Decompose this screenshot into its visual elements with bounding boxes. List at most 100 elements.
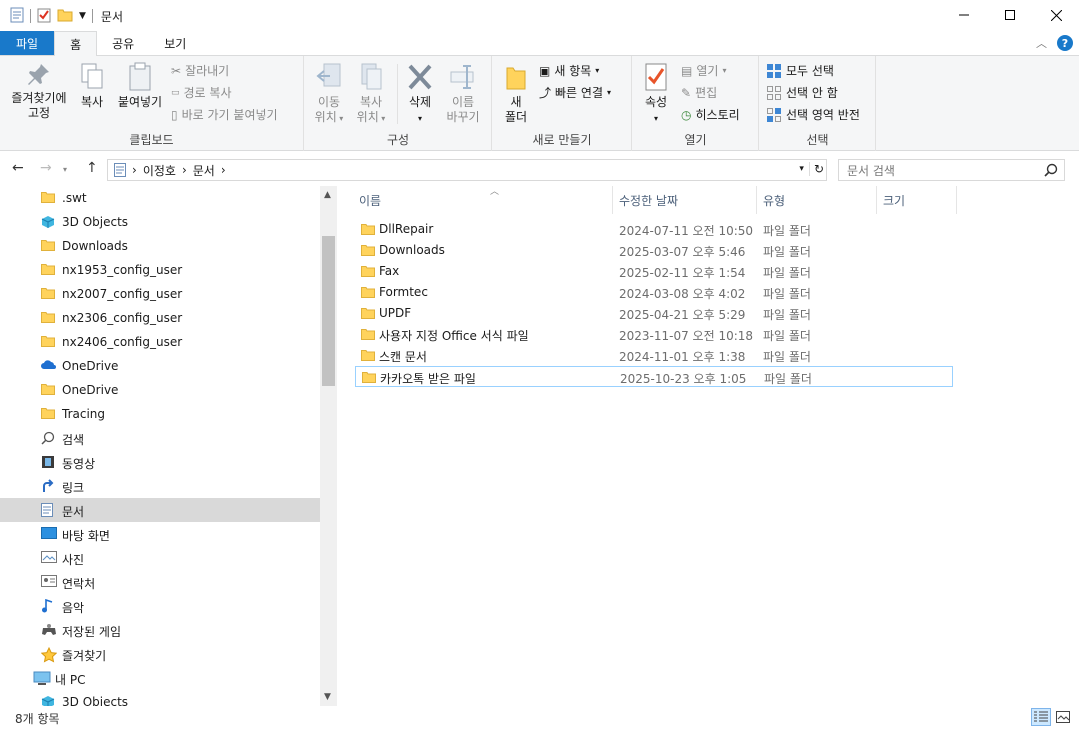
- organize-group: 이동 위치 ▾ 복사 위치 ▾ 삭제 ▾ 이름 바꾸기 구성: [305, 56, 492, 151]
- new-folder-button[interactable]: 새 폴더: [499, 62, 533, 125]
- file-row[interactable]: Formtec 2024-03-08 오후 4:02 파일 폴더: [355, 282, 953, 303]
- easy-access-button[interactable]: ⤴ 빠른 연결 ▾: [539, 84, 611, 101]
- nav-item[interactable]: nx2406_config_user: [0, 330, 320, 354]
- maximize-icon: [1005, 10, 1015, 20]
- new-folder-icon[interactable]: [57, 8, 73, 25]
- nav-item[interactable]: 동영상: [0, 450, 320, 474]
- close-button[interactable]: [1033, 0, 1079, 30]
- breadcrumb-user[interactable]: 이정호: [143, 162, 176, 179]
- copy-button[interactable]: 복사: [74, 62, 110, 110]
- nav-item[interactable]: 검색: [0, 426, 320, 450]
- select-none-button[interactable]: 선택 안 함: [766, 84, 838, 101]
- copy-to-button[interactable]: 복사 위치 ▾: [351, 62, 391, 126]
- minimize-button[interactable]: [941, 0, 987, 30]
- tab-home[interactable]: 홈: [54, 31, 98, 56]
- nav-item[interactable]: 즐겨찾기: [0, 642, 320, 666]
- nav-item[interactable]: OneDrive: [0, 354, 320, 378]
- folder-icon: [361, 349, 375, 364]
- paste-button[interactable]: 붙여넣기: [114, 62, 166, 110]
- properties-icon[interactable]: [37, 7, 51, 26]
- file-row[interactable]: Downloads 2025-03-07 오후 5:46 파일 폴더: [355, 240, 953, 261]
- history-button[interactable]: ◷ 히스토리: [681, 106, 740, 123]
- scroll-up-icon[interactable]: ▲: [324, 190, 331, 200]
- refresh-icon[interactable]: ↻: [808, 162, 824, 176]
- search-input[interactable]: 문서 검색: [838, 159, 1065, 181]
- select-group: 모두 선택 선택 안 함 선택 영역 반전 선택: [760, 56, 876, 151]
- scroll-thumb[interactable]: [322, 236, 335, 386]
- copy-to-icon: [361, 63, 382, 90]
- invert-selection-icon: [767, 107, 781, 122]
- details-view-icon: [1034, 711, 1048, 722]
- nav-item[interactable]: Tracing: [0, 402, 320, 426]
- nav-item[interactable]: nx2306_config_user: [0, 306, 320, 330]
- new-item-button[interactable]: ▣ 새 항목 ▾: [539, 62, 599, 79]
- nav-scrollbar[interactable]: ▲ ▼: [320, 186, 337, 706]
- tab-share[interactable]: 공유: [97, 31, 149, 55]
- document-icon[interactable]: [10, 7, 24, 26]
- help-icon[interactable]: ?: [1057, 35, 1073, 51]
- chevron-right-icon[interactable]: ›: [221, 163, 226, 177]
- rename-button[interactable]: 이름 바꾸기: [441, 62, 485, 125]
- nav-item[interactable]: 저장된 게임: [0, 618, 320, 642]
- file-row[interactable]: UPDF 2025-04-21 오후 5:29 파일 폴더: [355, 303, 953, 324]
- file-row[interactable]: Fax 2025-02-11 오후 1:54 파일 폴더: [355, 261, 953, 282]
- customize-qat-icon[interactable]: ▼: [79, 11, 86, 21]
- maximize-button[interactable]: [987, 0, 1033, 30]
- select-all-button[interactable]: 모두 선택: [766, 62, 834, 79]
- nav-item[interactable]: 연락처: [0, 570, 320, 594]
- copy-path-button[interactable]: ▭ 경로 복사: [171, 84, 232, 101]
- file-row[interactable]: 사용자 지정 Office 서식 파일 2023-11-07 오전 10:18 파일…: [355, 324, 953, 345]
- recent-locations-icon[interactable]: ▾: [63, 165, 67, 174]
- nav-item[interactable]: 문서: [0, 498, 320, 522]
- file-row[interactable]: 카카오톡 받은 파일 2025-10-23 오후 1:05 파일 폴더: [355, 366, 953, 387]
- nav-item[interactable]: 3D Objects: [0, 210, 320, 234]
- nav-item[interactable]: nx1953_config_user: [0, 258, 320, 282]
- up-icon[interactable]: ↑: [86, 160, 98, 176]
- nav-item[interactable]: 3D Objects: [0, 690, 320, 706]
- column-header-size[interactable]: 크기: [878, 186, 957, 214]
- delete-button[interactable]: 삭제 ▾: [401, 62, 439, 126]
- nav-item[interactable]: .swt: [0, 186, 320, 210]
- move-to-button[interactable]: 이동 위치 ▾: [309, 62, 349, 126]
- pin-to-quick-access-button[interactable]: 즐겨찾기에 고정: [6, 62, 72, 121]
- nav-item-label: 즐겨찾기: [62, 649, 107, 663]
- forward-icon[interactable]: →: [40, 160, 52, 176]
- properties-button[interactable]: 속성 ▾: [639, 62, 673, 126]
- back-icon[interactable]: ←: [12, 160, 24, 176]
- details-view-button[interactable]: [1031, 708, 1051, 726]
- chevron-right-icon[interactable]: ›: [132, 163, 137, 177]
- edit-button[interactable]: ✎ 편집: [681, 84, 717, 101]
- nav-item[interactable]: 내 PC: [0, 666, 320, 690]
- open-button[interactable]: ▤ 열기 ▾: [681, 62, 726, 79]
- folder-icon: [361, 286, 375, 301]
- nav-item[interactable]: 사진: [0, 546, 320, 570]
- saved-games-icon: [41, 623, 57, 640]
- tab-view[interactable]: 보기: [149, 31, 201, 55]
- nav-item[interactable]: 링크: [0, 474, 320, 498]
- nav-item[interactable]: nx2007_config_user: [0, 282, 320, 306]
- nav-item[interactable]: Downloads: [0, 234, 320, 258]
- large-icons-view-button[interactable]: [1053, 708, 1073, 726]
- collapse-ribbon-icon[interactable]: ︿: [1036, 35, 1047, 51]
- column-header-date[interactable]: 수정한 날짜: [614, 186, 757, 214]
- nav-item[interactable]: 바탕 화면: [0, 522, 320, 546]
- file-name: Fax: [379, 264, 400, 278]
- breadcrumb-documents[interactable]: 문서: [193, 162, 215, 179]
- file-row[interactable]: DllRepair 2024-07-11 오전 10:50 파일 폴더: [355, 219, 953, 240]
- tab-file[interactable]: 파일: [0, 31, 55, 55]
- file-row[interactable]: 스캔 문서 2024-11-01 오후 1:38 파일 폴더: [355, 345, 953, 366]
- nav-item-label: OneDrive: [62, 359, 119, 373]
- column-header-type[interactable]: 유형: [758, 186, 877, 214]
- scroll-down-icon[interactable]: ▼: [324, 692, 331, 702]
- chevron-right-icon[interactable]: ›: [182, 163, 187, 177]
- nav-item[interactable]: OneDrive: [0, 378, 320, 402]
- nav-item[interactable]: 음악: [0, 594, 320, 618]
- invert-selection-button[interactable]: 선택 영역 반전: [766, 106, 860, 123]
- folder-icon: [362, 371, 376, 386]
- address-bar[interactable]: › 이정호 › 문서 › ▾ ↻: [107, 159, 827, 181]
- properties-icon: [645, 63, 667, 91]
- address-dropdown-icon[interactable]: ▾: [799, 164, 804, 174]
- cut-button[interactable]: ✂ 잘라내기: [171, 62, 229, 79]
- column-header-name[interactable]: ︿ 이름: [354, 186, 613, 214]
- paste-shortcut-button[interactable]: ▯ 바로 가기 붙여넣기: [171, 106, 278, 123]
